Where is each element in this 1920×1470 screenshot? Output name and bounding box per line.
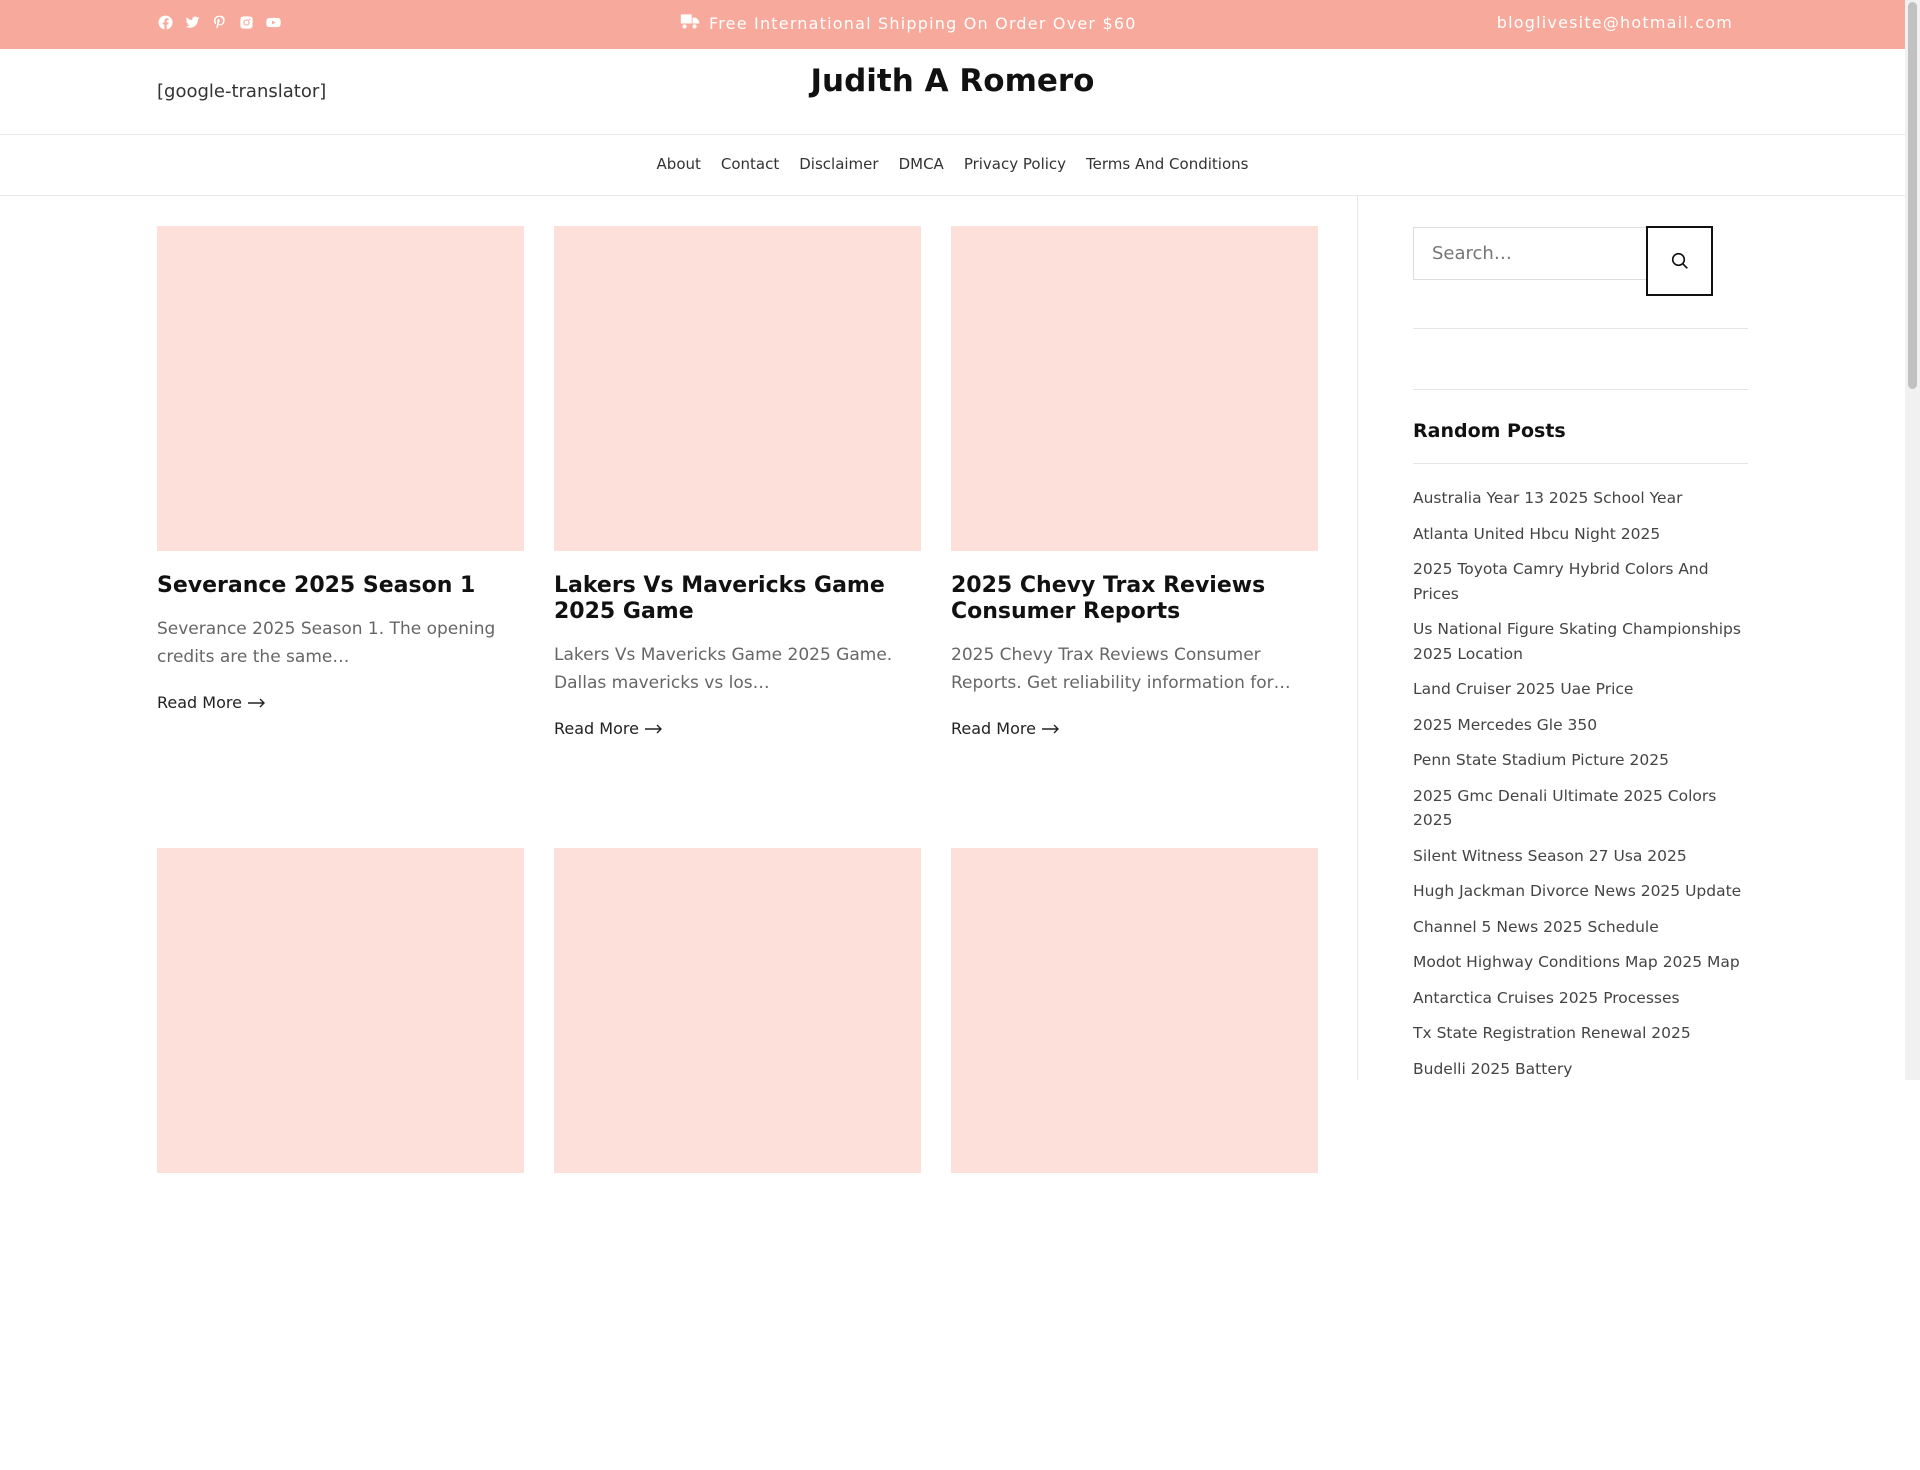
post-card: Lakers Vs Mavericks Game 2025 Game Laker… — [554, 226, 921, 848]
random-post-link[interactable]: Australia Year 13 2025 School Year — [1413, 486, 1748, 511]
pinterest-icon[interactable] — [211, 14, 228, 31]
post-excerpt: 2025 Chevy Trax Reviews Consumer Reports… — [951, 645, 1291, 693]
read-more-label: Read More — [157, 693, 242, 712]
twitter-icon[interactable] — [184, 14, 201, 31]
random-post-link[interactable]: Budelli 2025 Battery — [1413, 1057, 1748, 1082]
post-card: Severance 2025 Season 1 Severance 2025 S… — [157, 226, 524, 848]
search-input[interactable] — [1413, 227, 1646, 280]
read-more-link[interactable]: Read More — [951, 719, 1318, 738]
read-more-label: Read More — [951, 719, 1036, 738]
random-post-link[interactable]: Channel 5 News 2025 Schedule — [1413, 915, 1748, 940]
sidebar-divider — [1413, 389, 1748, 390]
content-sidebar-divider — [1357, 196, 1358, 1080]
post-thumbnail[interactable] — [554, 848, 921, 1173]
random-post-link[interactable]: Penn State Stadium Picture 2025 — [1413, 748, 1748, 773]
page-scrollbar[interactable] — [1905, 0, 1920, 1080]
post-thumbnail[interactable] — [951, 848, 1318, 1173]
post-card — [157, 848, 524, 1470]
search-icon — [1671, 252, 1688, 269]
random-post-link[interactable]: Us National Figure Skating Championships… — [1413, 617, 1748, 666]
random-post-link[interactable]: 2025 Toyota Camry Hybrid Colors And Pric… — [1413, 557, 1748, 606]
top-bar: Free International Shipping On Order Ove… — [0, 0, 1905, 49]
arrow-right-icon — [1041, 724, 1059, 733]
main-nav: About Contact Disclaimer DMCA Privacy Po… — [0, 135, 1905, 196]
sidebar-divider — [1413, 328, 1748, 329]
sidebar-divider — [1413, 463, 1748, 464]
random-post-link[interactable]: Land Cruiser 2025 Uae Price — [1413, 677, 1748, 702]
search-button[interactable] — [1646, 226, 1713, 296]
post-thumbnail[interactable] — [157, 226, 524, 551]
post-title[interactable]: 2025 Chevy Trax Reviews Consumer Reports — [951, 573, 1318, 625]
read-more-label: Read More — [554, 719, 639, 738]
contact-email[interactable]: bloglivesite@hotmail.com — [1497, 13, 1733, 32]
random-post-link[interactable]: 2025 Mercedes Gle 350 — [1413, 713, 1748, 738]
arrow-right-icon — [247, 698, 265, 707]
post-title[interactable]: Severance 2025 Season 1 — [157, 573, 524, 599]
social-links — [157, 14, 282, 31]
search-form — [1413, 226, 1748, 296]
read-more-link[interactable]: Read More — [554, 719, 921, 738]
post-excerpt: Severance 2025 Season 1. The opening cre… — [157, 619, 496, 667]
random-post-link[interactable]: 2025 Gmc Denali Ultimate 2025 Colors 202… — [1413, 784, 1748, 833]
random-post-link[interactable]: Modot Highway Conditions Map 2025 Map — [1413, 950, 1748, 975]
random-post-link[interactable]: Silent Witness Season 27 Usa 2025 — [1413, 844, 1748, 869]
nav-item-disclaimer[interactable]: Disclaimer — [799, 155, 878, 173]
random-post-link[interactable]: Hugh Jackman Divorce News 2025 Update — [1413, 879, 1748, 904]
post-grid-area: Severance 2025 Season 1 Severance 2025 S… — [157, 226, 1319, 1470]
post-thumbnail[interactable] — [554, 226, 921, 551]
post-thumbnail[interactable] — [157, 848, 524, 1173]
post-thumbnail[interactable] — [951, 226, 1318, 551]
post-excerpt: Lakers Vs Mavericks Game 2025 Game. Dall… — [554, 645, 893, 693]
post-card — [951, 848, 1318, 1470]
random-post-link[interactable]: Antarctica Cruises 2025 Processes — [1413, 986, 1748, 1011]
post-card: 2025 Chevy Trax Reviews Consumer Reports… — [951, 226, 1318, 848]
instagram-icon[interactable] — [238, 14, 255, 31]
random-post-link[interactable]: Atlanta United Hbcu Night 2025 — [1413, 522, 1748, 547]
sidebar: Random Posts Australia Year 13 2025 Scho… — [1413, 226, 1748, 1092]
nav-item-contact[interactable]: Contact — [721, 155, 779, 173]
post-title[interactable]: Lakers Vs Mavericks Game 2025 Game — [554, 573, 921, 625]
site-header: [google-translator] Judith A Romero — [0, 49, 1905, 135]
arrow-right-icon — [644, 724, 662, 733]
random-post-link[interactable]: Tx State Registration Renewal 2025 — [1413, 1021, 1748, 1046]
facebook-icon[interactable] — [157, 14, 174, 31]
random-posts-list: Australia Year 13 2025 School Year Atlan… — [1413, 486, 1748, 1081]
read-more-link[interactable]: Read More — [157, 693, 524, 712]
scrollbar-thumb[interactable] — [1908, 2, 1917, 389]
site-title[interactable]: Judith A Romero — [0, 63, 1905, 99]
nav-item-dmca[interactable]: DMCA — [899, 155, 944, 173]
widget-title: Random Posts — [1413, 420, 1566, 442]
nav-item-privacy-policy[interactable]: Privacy Policy — [964, 155, 1066, 173]
youtube-icon[interactable] — [265, 14, 282, 31]
nav-item-about[interactable]: About — [657, 155, 701, 173]
truck-icon — [680, 13, 700, 33]
nav-item-terms[interactable]: Terms And Conditions — [1086, 155, 1248, 173]
shipping-text: Free International Shipping On Order Ove… — [709, 13, 1137, 33]
shipping-notice: Free International Shipping On Order Ove… — [680, 13, 1137, 33]
post-card — [554, 848, 921, 1470]
